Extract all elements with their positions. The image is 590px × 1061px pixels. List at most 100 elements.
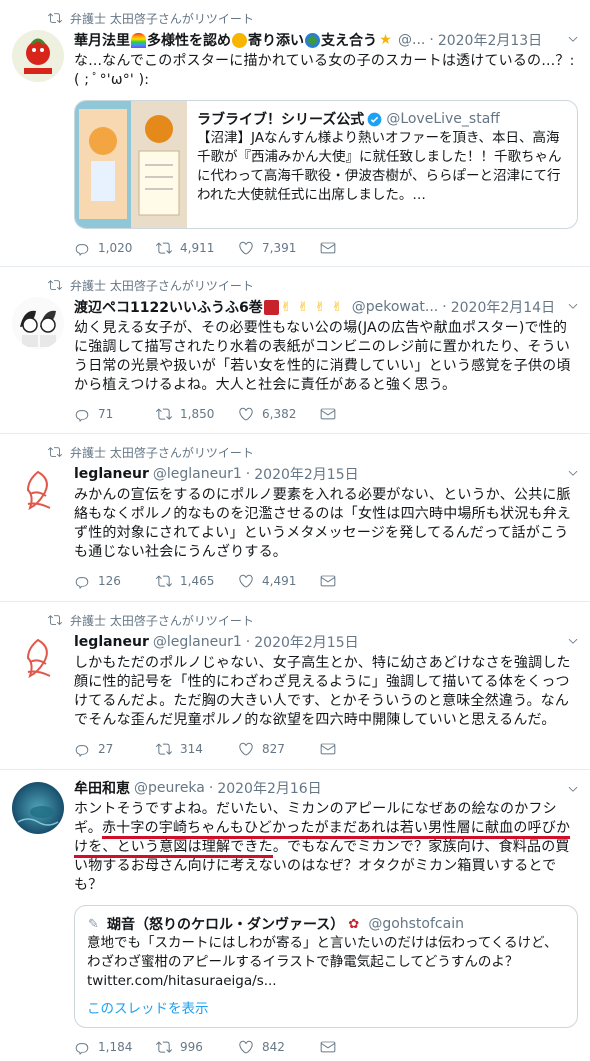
- reply-button[interactable]: 1,184: [74, 1039, 156, 1055]
- tweet[interactable]: 弁護士 太田啓子さんがリツイート leglaneur @leglaneur1 ·…: [0, 434, 590, 602]
- like-button[interactable]: 6,382: [238, 406, 320, 422]
- retweet-label: 弁護士 太田啓子さんがリツイート: [70, 613, 254, 628]
- retweet-icon: [48, 278, 62, 292]
- reply-icon: [74, 406, 90, 422]
- syringe-icon: ✎: [88, 916, 99, 932]
- handle[interactable]: @peureka: [134, 780, 205, 796]
- chevron-down-icon[interactable]: [566, 466, 580, 480]
- avatar[interactable]: [12, 464, 64, 516]
- like-button[interactable]: 4,491: [238, 573, 320, 589]
- quoted-text: 【沼津】JAなんすん様より熱いオファーを頂き、本日、高海千歌が『西浦みかん大使』…: [197, 130, 562, 203]
- handle[interactable]: @leglaneur1: [153, 634, 242, 650]
- chevron-down-icon[interactable]: [566, 32, 580, 46]
- retweet-label: 弁護士 太田啓子さんがリツイート: [70, 11, 254, 26]
- retweet-button[interactable]: 996: [156, 1039, 238, 1055]
- handle[interactable]: @pekowat...: [352, 299, 439, 315]
- retweet-count: 1,465: [180, 574, 215, 588]
- display-name[interactable]: 牟田和恵: [74, 778, 130, 798]
- envelope-icon: [320, 741, 336, 757]
- timestamp[interactable]: 2020年2月15日: [254, 464, 358, 484]
- retweet-button[interactable]: 1,850: [156, 406, 238, 422]
- dm-button[interactable]: [320, 406, 402, 422]
- retweet-count: 996: [180, 1040, 203, 1054]
- envelope-icon: [320, 1039, 336, 1055]
- like-button[interactable]: 827: [238, 741, 320, 757]
- like-count: 842: [262, 1040, 285, 1054]
- show-thread-link[interactable]: このスレッドを表示: [87, 997, 565, 1017]
- retweet-label: 弁護士 太田啓子さんがリツイート: [70, 445, 254, 460]
- tweet-header: 渡辺ペコ1122いいふうふ6巻 ✌ ✌ ✌ ✌ @pekowat... · 20…: [74, 297, 556, 317]
- like-button[interactable]: 842: [238, 1039, 320, 1055]
- timestamp[interactable]: 2020年2月15日: [254, 632, 358, 652]
- display-name-part: 支え合う: [321, 33, 377, 49]
- avatar[interactable]: [12, 297, 64, 349]
- like-count: 827: [262, 742, 285, 756]
- tweet[interactable]: 弁護士 太田啓子さんがリツイート 渡辺ペコ1122いいふうふ6巻 ✌ ✌ ✌ ✌…: [0, 267, 590, 434]
- timestamp[interactable]: 2020年2月16日: [217, 778, 321, 798]
- timestamp[interactable]: 2020年2月14日: [451, 297, 555, 317]
- reply-icon: [74, 1039, 90, 1055]
- retweet-count: 4,911: [180, 241, 215, 255]
- avatar[interactable]: [12, 632, 64, 684]
- chevron-down-icon[interactable]: [566, 299, 580, 313]
- tweet[interactable]: 弁護士 太田啓子さんがリツイート 華月法里 多様性を認め 寄り添い 支え合う ★…: [0, 0, 590, 267]
- retweet-icon: [156, 573, 172, 589]
- victory-hand-icon: ✌: [297, 299, 309, 315]
- retweet-count: 1,850: [180, 407, 215, 421]
- handle[interactable]: @leglaneur1: [153, 466, 242, 482]
- dm-button[interactable]: [320, 741, 402, 757]
- retweet-icon: [156, 406, 172, 422]
- tweet-header: leglaneur @leglaneur1 · 2020年2月15日: [74, 632, 359, 652]
- display-name[interactable]: leglaneur: [74, 634, 149, 650]
- rose-icon: ✿: [348, 916, 360, 932]
- quoted-tweet[interactable]: ✎ 瑚音（怒りのケロル・ダンヴァース） ✿ @gohstofcain 意地でも「…: [74, 905, 578, 1028]
- retweet-button[interactable]: 1,465: [156, 573, 238, 589]
- avatar[interactable]: [12, 782, 64, 834]
- retweet-label: 弁護士 太田啓子さんがリツイート: [70, 278, 254, 293]
- display-name[interactable]: 渡辺ペコ1122いいふうふ6巻: [74, 297, 263, 317]
- tweet-actions: 71 1,850 6,382: [74, 401, 578, 427]
- verified-icon: [367, 112, 382, 126]
- dm-button[interactable]: [320, 1039, 402, 1055]
- envelope-icon: [320, 406, 336, 422]
- retweet-context: 弁護士 太田啓子さんがリツイート: [48, 442, 254, 462]
- envelope-icon: [320, 573, 336, 589]
- dm-button[interactable]: [320, 240, 402, 256]
- reply-count: 1,020: [98, 241, 133, 255]
- heart-icon: [238, 741, 254, 757]
- display-name[interactable]: 華月法里: [74, 30, 130, 50]
- victory-hand-icon: ✌: [280, 299, 292, 315]
- tweet[interactable]: 弁護士 太田啓子さんがリツイート leglaneur @leglaneur1 ·…: [0, 602, 590, 770]
- quoted-display-name: 瑚音（怒りのケロル・ダンヴァース）: [107, 917, 345, 933]
- heart-icon: [238, 406, 254, 422]
- reply-icon: [74, 741, 90, 757]
- reply-button[interactable]: 126: [74, 573, 156, 589]
- like-button[interactable]: 7,391: [238, 240, 320, 256]
- quoted-tweet[interactable]: ラブライブ！シリーズ公式 @LoveLive_staff 【沼津】JAなんすん様…: [74, 100, 578, 229]
- star-icon: ★: [379, 31, 392, 48]
- handle[interactable]: @...: [398, 32, 425, 48]
- retweet-icon: [156, 240, 172, 256]
- dm-button[interactable]: [320, 573, 402, 589]
- globe-icon: [305, 32, 320, 48]
- tweet-header: 牟田和恵 @peureka · 2020年2月16日: [74, 778, 322, 798]
- tweet[interactable]: 牟田和恵 @peureka · 2020年2月16日 ホントそうですよね。だいた…: [0, 770, 590, 1061]
- reply-icon: [74, 573, 90, 589]
- quoted-link[interactable]: twitter.com/hitasuraeiga/s...: [87, 972, 565, 991]
- like-count: 7,391: [262, 241, 297, 255]
- retweet-button[interactable]: 4,911: [156, 240, 238, 256]
- retweet-context: 弁護士 太田啓子さんがリツイート: [48, 8, 254, 28]
- reply-button[interactable]: 27: [74, 741, 156, 757]
- reply-button[interactable]: 71: [74, 406, 156, 422]
- retweet-context: 弁護士 太田啓子さんがリツイート: [48, 610, 254, 630]
- quoted-media[interactable]: [75, 101, 187, 228]
- retweet-button[interactable]: 314: [156, 741, 238, 757]
- display-name[interactable]: leglaneur: [74, 466, 149, 482]
- avatar[interactable]: [12, 30, 64, 82]
- retweet-icon: [156, 1039, 172, 1055]
- reply-button[interactable]: 1,020: [74, 240, 156, 256]
- reply-count: 71: [98, 407, 114, 421]
- timestamp[interactable]: 2020年2月13日: [438, 30, 542, 50]
- chevron-down-icon[interactable]: [566, 634, 580, 648]
- chevron-down-icon[interactable]: [566, 782, 580, 796]
